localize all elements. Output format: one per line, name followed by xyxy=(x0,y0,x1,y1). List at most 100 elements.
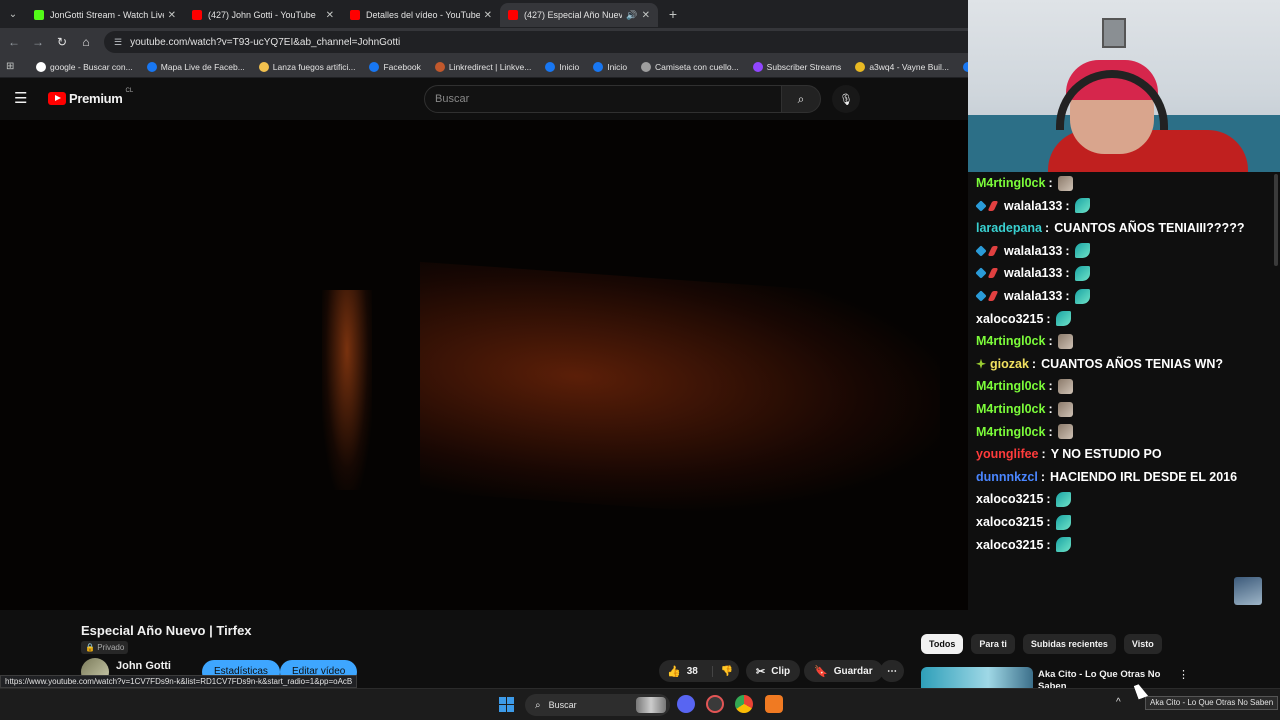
tab-title: JonGotti Stream - Watch Live o xyxy=(50,10,164,20)
browser-tab[interactable]: JonGotti Stream - Watch Live o ✕ xyxy=(26,3,184,27)
home-button[interactable]: ⌂ xyxy=(74,30,98,54)
chat-message: giozak: CUANTOS AÑOS TENIAS WN? xyxy=(976,354,1223,374)
filter-chip[interactable]: Visto xyxy=(1123,634,1162,654)
search-button[interactable]: ⌕ xyxy=(781,85,821,113)
video-player[interactable] xyxy=(0,120,968,610)
new-tab-button[interactable]: + xyxy=(662,3,684,25)
youtube-play-icon xyxy=(48,92,66,105)
filter-chip[interactable]: Para ti xyxy=(971,634,1015,654)
chat-scrollbar[interactable] xyxy=(1272,172,1280,610)
video-frame-light xyxy=(420,261,940,529)
apps-grid-icon[interactable]: ⊞ xyxy=(6,61,22,72)
chat-username: M4rtingl0ck xyxy=(976,176,1046,190)
browser-tab[interactable]: (427) Especial Año Nuevo | 🔊 ✕ xyxy=(500,3,658,27)
close-tab-icon[interactable]: ✕ xyxy=(484,10,492,21)
windows-start-icon[interactable] xyxy=(499,697,514,712)
site-info-icon[interactable]: ☰ xyxy=(114,37,122,48)
more-actions-button[interactable]: ⋯ xyxy=(880,660,904,682)
bookmark-item[interactable]: Lanza fuegos artifici... xyxy=(258,61,355,72)
face-emote-icon xyxy=(1057,333,1073,349)
chat-username: M4rtingl0ck xyxy=(976,379,1046,394)
filter-chip[interactable]: Todos xyxy=(921,634,964,654)
bookmark-item[interactable]: Facebook xyxy=(369,61,421,72)
chat-username: M4rtingl0ck xyxy=(976,402,1046,416)
channel-name[interactable]: John Gotti xyxy=(116,660,171,672)
chevron-up-icon[interactable]: ^ xyxy=(1116,697,1121,708)
game-icon xyxy=(855,61,866,72)
webcam-picture-frame xyxy=(1102,18,1126,48)
feather-emote-icon xyxy=(1055,311,1071,327)
close-tab-icon[interactable]: ✕ xyxy=(642,10,650,21)
tab-search-icon[interactable]: ⌄ xyxy=(0,0,26,28)
bookmark-item[interactable]: Inicio xyxy=(545,61,579,72)
chat-separator: : xyxy=(1065,198,1070,213)
bookmark-item[interactable]: Linkredirect | Linkve... xyxy=(434,61,532,72)
chat-username: xaloco3215 xyxy=(976,537,1044,552)
bookmark-item[interactable]: a3wq4 - Vayne Buil... xyxy=(855,61,949,72)
chat-username: xaloco3215 xyxy=(976,515,1044,529)
tab-title: (427) Especial Año Nuevo | xyxy=(524,10,623,20)
more-horizontal-icon: ⋯ xyxy=(887,665,897,677)
bookmark-item[interactable]: Inicio xyxy=(593,61,628,72)
chat-separator: : xyxy=(1046,311,1051,326)
bookmark-label: Inicio xyxy=(607,61,628,72)
app-icon[interactable] xyxy=(706,695,724,713)
chat-separator: : xyxy=(1041,447,1046,462)
bookmark-item[interactable]: Subscriber Streams xyxy=(752,61,841,72)
youtube-logo[interactable]: Premium CL xyxy=(48,88,133,106)
discord-icon[interactable] xyxy=(677,695,695,713)
bookmark-item[interactable]: google - Buscar con... xyxy=(36,61,133,72)
chat-message: M4rtingl0ck: xyxy=(976,422,1073,442)
chat-separator: : xyxy=(1065,289,1070,303)
filter-chip[interactable]: Subidas recientes xyxy=(1022,634,1116,654)
chat-badge-icon xyxy=(987,245,999,256)
search-icon: ⌕ xyxy=(797,91,805,106)
back-button[interactable]: ← xyxy=(2,30,26,54)
face-emote-icon xyxy=(1057,378,1073,394)
forward-button[interactable]: → xyxy=(26,30,50,54)
reload-button[interactable]: ↻ xyxy=(50,30,74,54)
menu-icon[interactable]: ☰ xyxy=(14,90,32,108)
voice-search-button[interactable]: 🎙 xyxy=(832,85,860,113)
browser-tab[interactable]: (427) John Gotti - YouTube ✕ xyxy=(184,3,342,27)
feather-emote-icon xyxy=(1074,265,1090,281)
chat-username: walala133 xyxy=(1004,289,1063,303)
chat-separator: : xyxy=(1046,492,1051,507)
chat-message: walala133: xyxy=(975,196,1090,216)
chat-message: xaloco3215: xyxy=(976,535,1071,555)
close-tab-icon[interactable]: ✕ xyxy=(326,10,334,21)
orange-app-icon[interactable] xyxy=(765,695,783,713)
search-input[interactable]: Buscar xyxy=(424,85,782,113)
bookmark-item[interactable]: Mapa Live de Faceb... xyxy=(146,61,245,72)
chat-scrollbar-thumb[interactable] xyxy=(1274,174,1278,266)
chat-badge-icon xyxy=(987,291,999,301)
chat-message: xaloco3215: xyxy=(976,489,1071,509)
chat-separator: : xyxy=(1048,379,1053,394)
thumbs-down-icon[interactable]: 👎 xyxy=(711,665,733,677)
chat-badge-icon xyxy=(975,245,987,257)
like-count[interactable]: 38 xyxy=(687,666,698,677)
more-vertical-icon[interactable]: ⋮ xyxy=(1178,668,1189,681)
taskbar-search[interactable]: ⌕ Buscar xyxy=(525,694,670,716)
thumbs-up-icon[interactable]: 👍 xyxy=(667,665,681,678)
chat-badge-icon xyxy=(975,199,987,212)
address-text: youtube.com/watch?v=T93-ucYQ7EI&ab_chann… xyxy=(130,36,401,48)
save-button[interactable]: 🔖 Guardar xyxy=(804,660,883,682)
clip-button[interactable]: ✂ Clip xyxy=(746,660,801,682)
twitch-icon xyxy=(752,61,763,72)
bookmark-item[interactable]: Camiseta con cuello... xyxy=(641,61,739,72)
bookmark-label: Camiseta con cuello... xyxy=(655,61,739,72)
chat-text: CUANTOS AÑOS TENIAIII????? xyxy=(1054,221,1245,236)
browser-tab[interactable]: Detalles del vídeo - YouTube St ✕ xyxy=(342,3,500,27)
bookmark-label: Linkredirect | Linkve... xyxy=(448,61,532,72)
chat-separator: : xyxy=(1031,356,1037,371)
clip-label: Clip xyxy=(771,665,791,677)
face-emote-icon xyxy=(1057,424,1073,440)
taskbar-search-placeholder: Buscar xyxy=(548,700,577,710)
shop-icon xyxy=(641,61,652,72)
close-tab-icon[interactable]: ✕ xyxy=(168,10,176,21)
bookmark-label: google - Buscar con... xyxy=(50,61,133,72)
chat-username: giozak xyxy=(990,356,1029,371)
chrome-icon[interactable] xyxy=(735,695,753,713)
speaker-icon[interactable]: 🔊 xyxy=(626,10,637,21)
